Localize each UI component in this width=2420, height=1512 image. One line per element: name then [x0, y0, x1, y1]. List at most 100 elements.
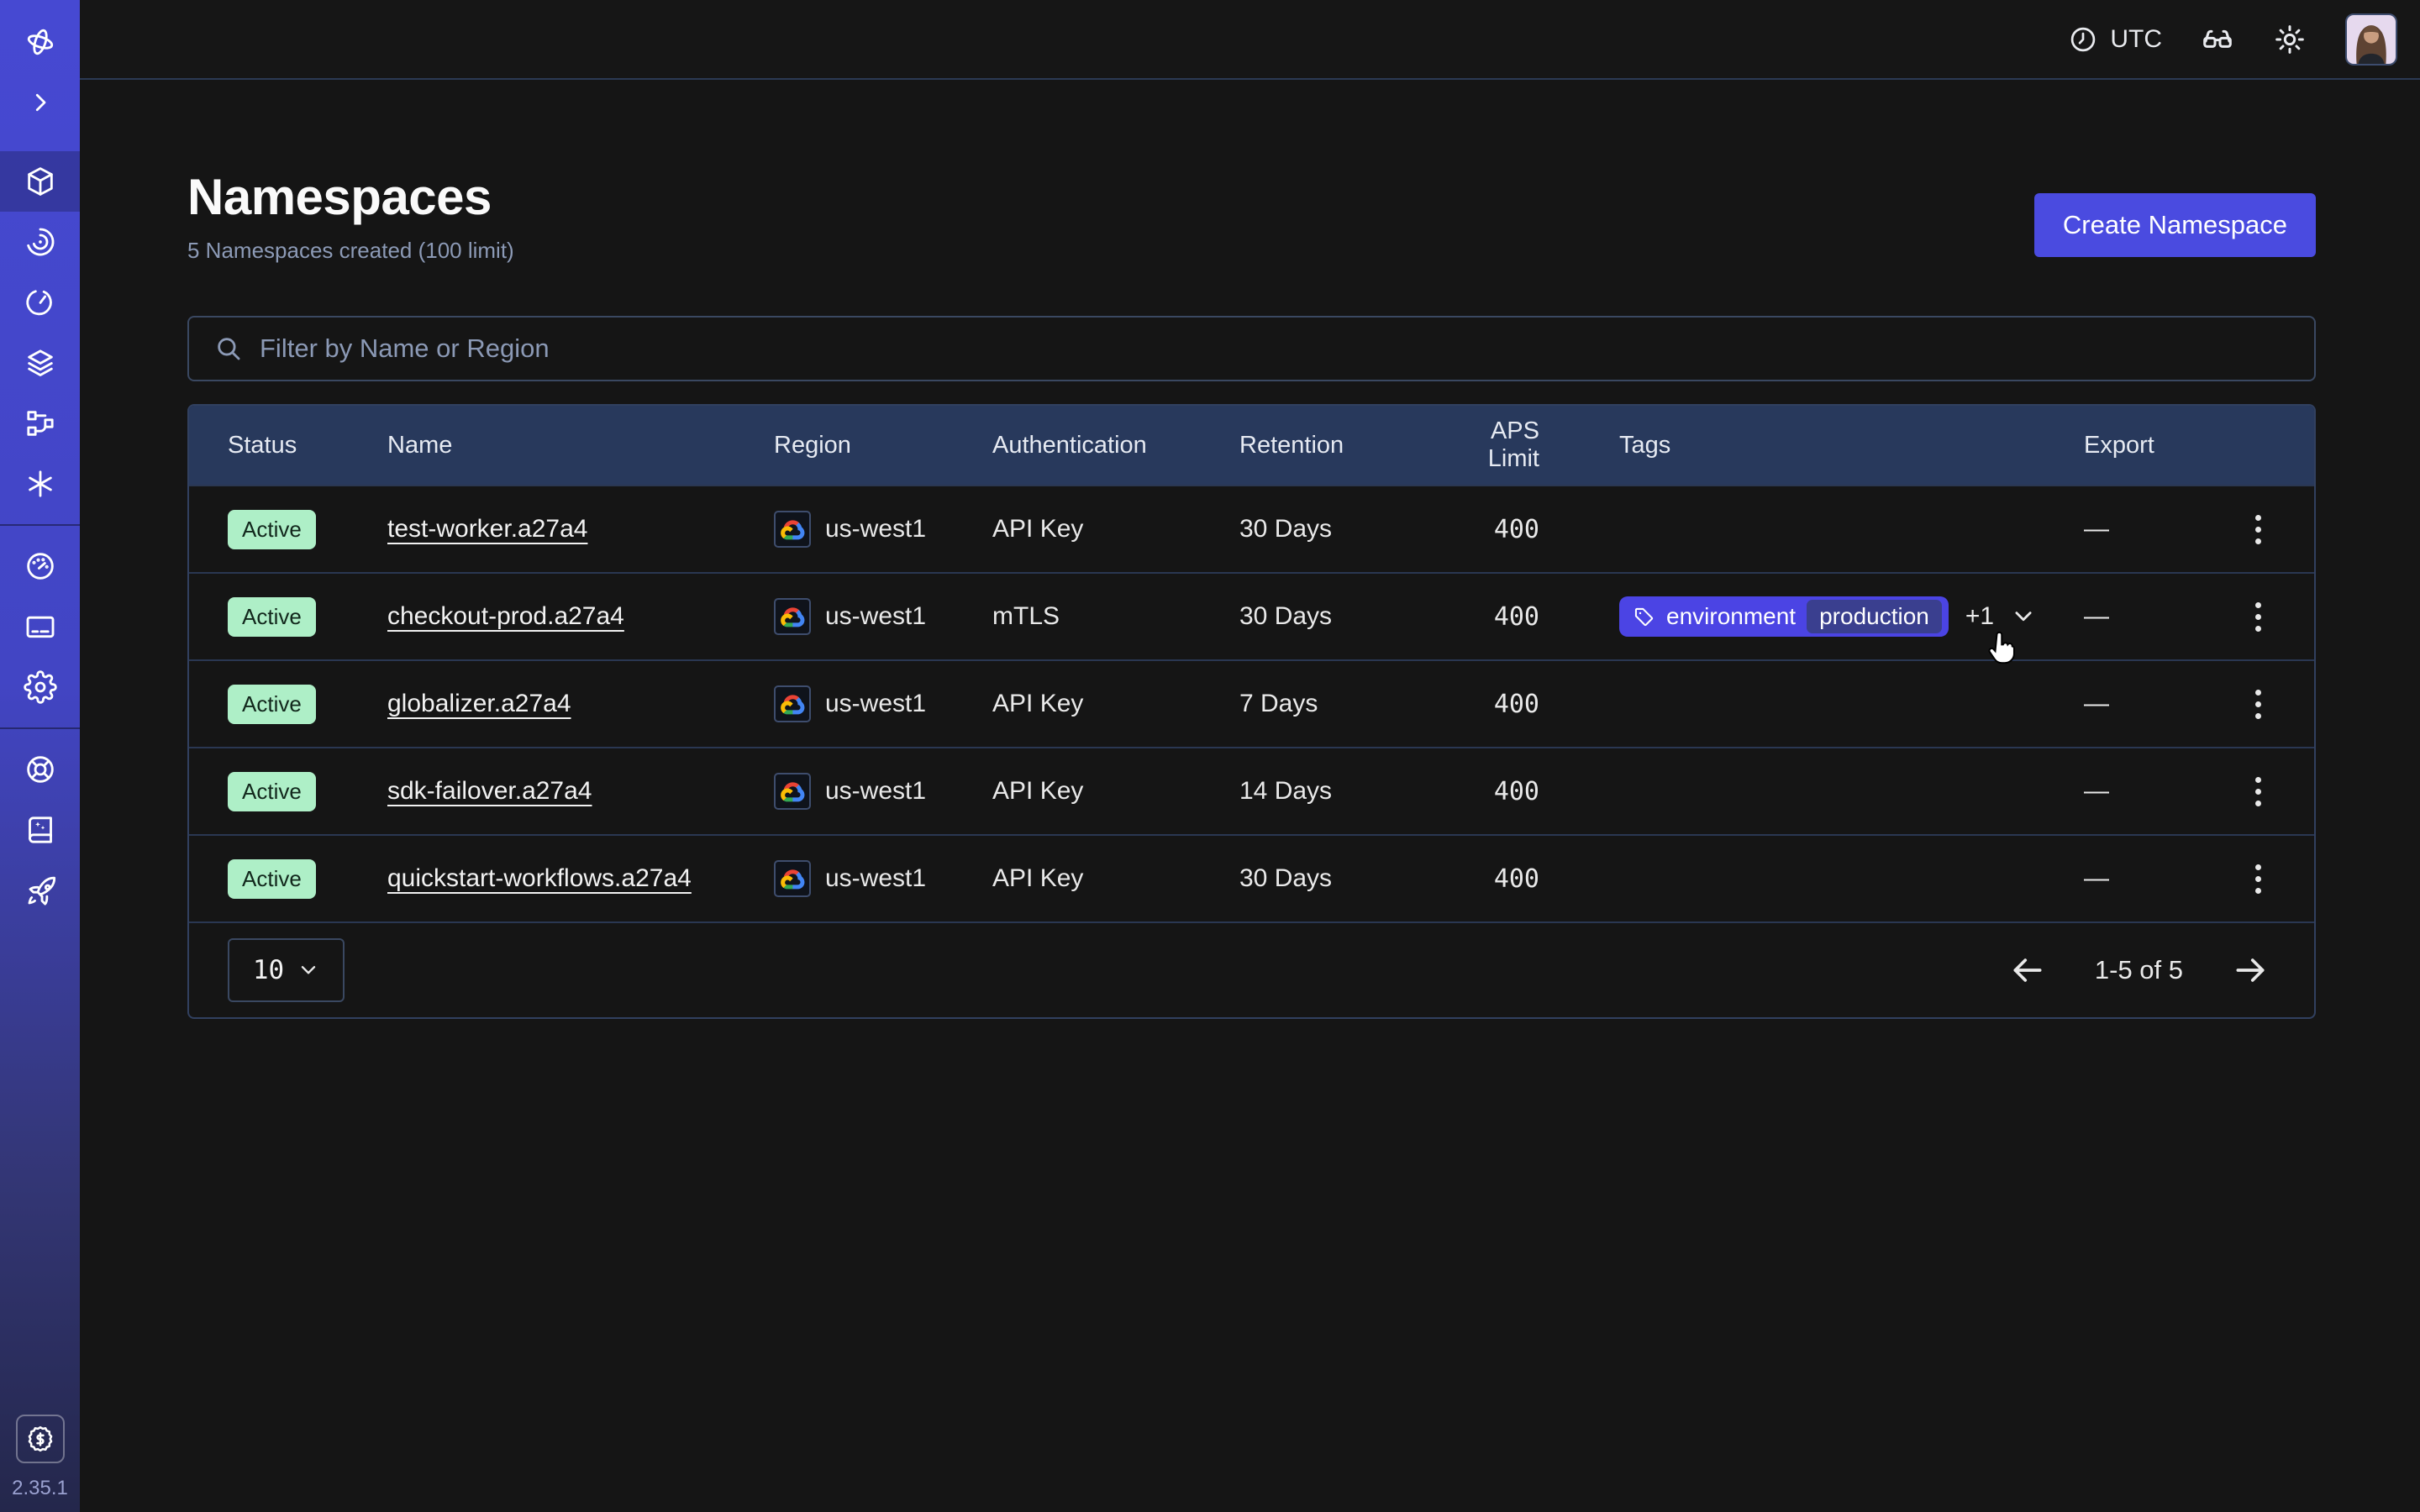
sidebar-item-lifebuoy[interactable]: [0, 739, 80, 800]
authentication-cell: API Key: [992, 515, 1239, 543]
avatar-image: [2347, 15, 2396, 64]
region-label: us-west1: [825, 515, 926, 543]
aps-limit-cell: 400: [1433, 602, 1619, 632]
gcp-logo-icon: [780, 691, 806, 717]
namespace-link[interactable]: globalizer.a27a4: [387, 690, 571, 718]
aps-limit-value: 400: [1494, 864, 1539, 894]
status-badge: Active: [228, 772, 316, 811]
previous-page-button[interactable]: [2009, 952, 2046, 989]
row-menu-button[interactable]: [2247, 507, 2270, 553]
authentication-cell: API Key: [992, 864, 1239, 893]
tags-more-count: +1: [1965, 602, 1994, 631]
aps-limit-value: 400: [1494, 690, 1539, 719]
sidebar-item-layers[interactable]: [0, 333, 80, 393]
sidebar-item-chevron-right[interactable]: [0, 72, 80, 133]
temporal-logo-icon: [24, 25, 57, 59]
namespace-link[interactable]: checkout-prod.a27a4: [387, 602, 624, 631]
table-header-row: Status Name Region Authentication Retent…: [189, 406, 2314, 485]
page-size-select[interactable]: 10: [228, 938, 345, 1002]
export-cell: —: [2084, 690, 2202, 718]
status-badge: Active: [228, 685, 316, 724]
rocket-icon: [24, 874, 57, 907]
column-header-tags: Tags: [1619, 432, 2084, 459]
next-page-button[interactable]: [2232, 952, 2269, 989]
tags-cell: environment production +1: [1619, 596, 2084, 637]
authentication-cell: API Key: [992, 777, 1239, 806]
region-cell: us-west1: [774, 685, 992, 722]
filter-search-input[interactable]: [260, 333, 2289, 364]
arrow-left-icon: [2009, 952, 2046, 989]
sidebar-item-gauge[interactable]: [0, 536, 80, 596]
pricing-badge-button[interactable]: [16, 1415, 65, 1463]
spiral-icon: [24, 225, 57, 259]
column-header-aps-limit: APS Limit: [1433, 417, 1619, 473]
timezone-label: UTC: [2110, 25, 2162, 54]
retention-cell: 30 Days: [1239, 864, 1433, 893]
aps-limit-value: 400: [1494, 515, 1539, 544]
region-cell: us-west1: [774, 598, 992, 635]
tag-value: production: [1807, 600, 1942, 633]
timezone-button[interactable]: UTC: [2068, 24, 2162, 55]
retention-label: 30 Days: [1239, 515, 1332, 543]
column-header-region: Region: [774, 432, 992, 459]
table-footer: 10 1-5 of 5: [189, 921, 2314, 1017]
search-icon: [214, 334, 243, 363]
lifebuoy-icon: [24, 753, 57, 786]
tag-pill[interactable]: environment production: [1619, 596, 1949, 637]
retention-cell: 30 Days: [1239, 602, 1433, 631]
status-cell: Active: [228, 685, 387, 724]
table-row: Active globalizer.a27a4 us-west1 API Key…: [189, 659, 2314, 747]
tag-key: environment: [1666, 603, 1796, 630]
sidebar-item-timer[interactable]: [0, 272, 80, 333]
asterisk-icon: [24, 467, 57, 501]
sidebar-item-gear[interactable]: [0, 657, 80, 717]
authentication-label: API Key: [992, 864, 1083, 893]
topbar: UTC: [80, 0, 2420, 80]
tags-expand-button[interactable]: [2011, 604, 2036, 629]
sidebar-item-spiral[interactable]: [0, 212, 80, 272]
name-cell: globalizer.a27a4: [387, 690, 774, 718]
column-header-status: Status: [228, 432, 387, 459]
row-menu-button[interactable]: [2247, 769, 2270, 815]
create-namespace-button[interactable]: Create Namespace: [2034, 193, 2316, 257]
user-avatar[interactable]: [2345, 13, 2397, 66]
book-sparkles-icon: [24, 813, 57, 847]
namespace-link[interactable]: sdk-failover.a27a4: [387, 777, 592, 806]
retention-label: 14 Days: [1239, 777, 1332, 806]
sidebar-item-rocket[interactable]: [0, 860, 80, 921]
clock-icon: [2068, 24, 2098, 55]
authentication-label: API Key: [992, 515, 1083, 543]
main-content: Namespaces 5 Namespaces created (100 lim…: [80, 81, 2420, 1512]
page-subtitle: 5 Namespaces created (100 limit): [187, 238, 514, 264]
filter-search-bar: [187, 316, 2316, 381]
sidebar-item-book-sparkles[interactable]: [0, 800, 80, 860]
labs-glasses-button[interactable]: [2201, 23, 2234, 56]
table-row: Active quickstart-workflows.a27a4 us-wes…: [189, 834, 2314, 921]
export-value: —: [2084, 864, 2109, 893]
export-cell: —: [2084, 515, 2202, 543]
sidebar-item-asterisk[interactable]: [0, 454, 80, 514]
namespace-link[interactable]: test-worker.a27a4: [387, 515, 587, 543]
row-menu-button[interactable]: [2247, 681, 2270, 727]
sidebar-footer: 2.35.1: [0, 1415, 80, 1512]
region-cell: us-west1: [774, 860, 992, 897]
actions-cell: [2202, 507, 2314, 553]
status-badge: Active: [228, 597, 316, 637]
sidebar-item-cube[interactable]: [0, 151, 80, 212]
column-header-name: Name: [387, 432, 774, 459]
namespace-link[interactable]: quickstart-workflows.a27a4: [387, 864, 692, 893]
row-menu-button[interactable]: [2247, 856, 2270, 902]
sidebar-item-credit-card[interactable]: [0, 596, 80, 657]
sun-icon: [2273, 23, 2307, 56]
sidebar-item-branch[interactable]: [0, 393, 80, 454]
theme-toggle-button[interactable]: [2273, 23, 2307, 56]
column-header-retention: Retention: [1239, 432, 1433, 459]
aps-limit-cell: 400: [1433, 777, 1619, 806]
tag-icon: [1633, 606, 1655, 628]
row-menu-button[interactable]: [2247, 594, 2270, 640]
sidebar-divider: [0, 727, 80, 729]
chevron-down-icon: [2011, 604, 2036, 629]
export-cell: —: [2084, 864, 2202, 893]
status-cell: Active: [228, 510, 387, 549]
sidebar-item-temporal-logo[interactable]: [0, 12, 80, 72]
